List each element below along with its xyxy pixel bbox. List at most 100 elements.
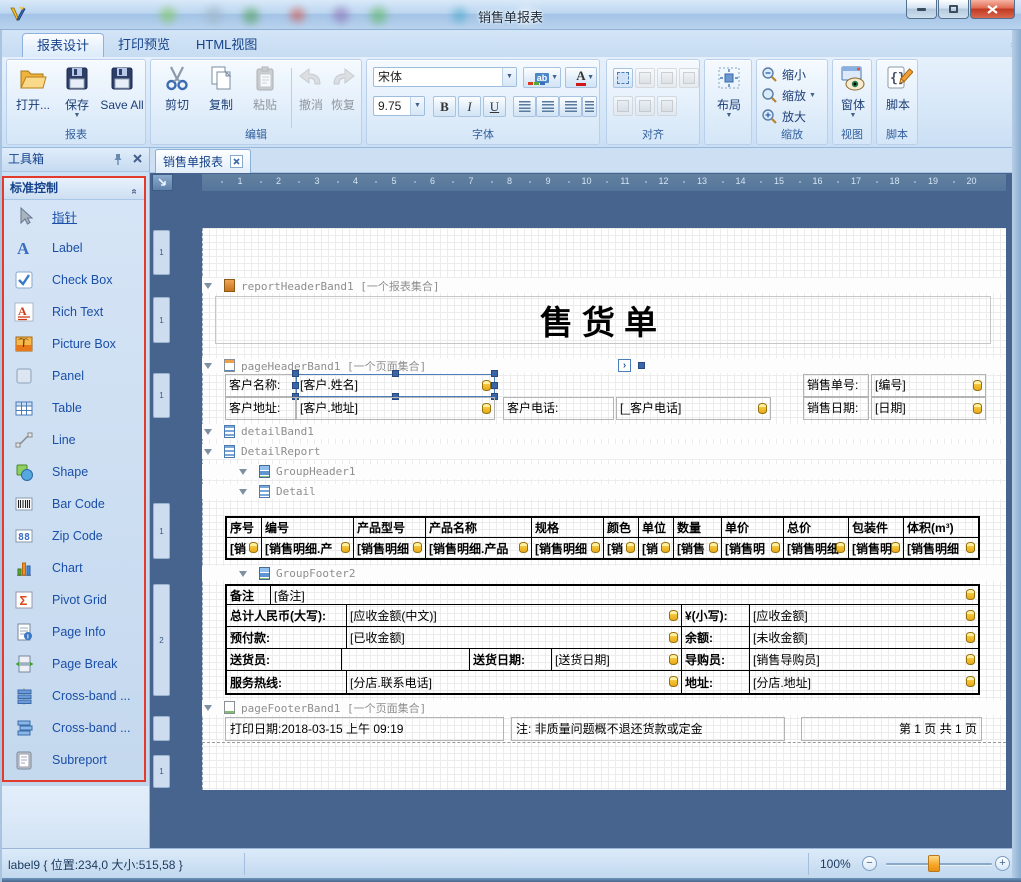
address-label-cell[interactable]: 地址: <box>682 671 750 693</box>
band-collapse-triangle-icon[interactable] <box>239 571 247 577</box>
detail-header-cell-4[interactable]: 规格 <box>532 518 604 537</box>
pin-icon[interactable] <box>112 153 124 166</box>
font-name-dropdown-icon[interactable]: ▼ <box>502 68 516 86</box>
selection-handle[interactable] <box>491 370 498 377</box>
deliverer-value-cell[interactable] <box>342 649 470 670</box>
detail-header-cell-5[interactable]: 颜色 <box>604 518 639 537</box>
cut-button[interactable]: 剪切 <box>157 63 197 135</box>
detail-header-cell-10[interactable]: 包装件 <box>849 518 904 537</box>
underline-button[interactable]: U <box>483 96 506 117</box>
selection-handle[interactable] <box>638 362 645 369</box>
toolbox-item-page-info[interactable]: iPage Info <box>4 616 144 648</box>
note-label[interactable]: 注: 非质量问题概不退还货款或定金 <box>511 717 785 741</box>
toolbox-item-subreport[interactable]: Subreport <box>4 744 144 776</box>
open-button[interactable]: 打开... <box>11 63 55 135</box>
toolbox-item-panel[interactable]: Panel <box>4 360 144 392</box>
save-all-button[interactable]: Save All <box>99 63 145 135</box>
text-highlight-button[interactable]: ab ▼ <box>523 67 561 88</box>
band-detail[interactable]: detailBand1 <box>202 424 1006 439</box>
band-collapse-triangle-icon[interactable] <box>239 469 247 475</box>
order-date-label[interactable]: 销售日期: <box>803 397 869 420</box>
order-date-field[interactable]: [日期] <box>871 397 986 420</box>
customer-phone-field[interactable]: [_客户电话] <box>616 397 771 420</box>
toolbox-item-page-break[interactable]: Page Break <box>4 648 144 680</box>
align-right-button[interactable] <box>559 96 582 117</box>
italic-button[interactable]: I <box>458 96 481 117</box>
zoom-dropdown-button[interactable]: 缩放 ▼ <box>761 86 816 105</box>
minimize-button[interactable] <box>906 0 937 19</box>
deliverer-label-cell[interactable]: 送货员: <box>227 649 342 670</box>
report-title-label[interactable]: 售货单 <box>215 296 991 344</box>
detail-value-cell-9[interactable]: [销售明细 <box>784 538 849 558</box>
band-group-header[interactable]: GroupHeader1 <box>202 464 1006 479</box>
toolbox-item-check-box[interactable]: Check Box <box>4 264 144 296</box>
selection-handle[interactable] <box>292 370 299 377</box>
delivery-date-value-cell[interactable]: [送货日期] <box>552 649 682 670</box>
layout-dropdown-arrow-icon[interactable]: ▼ <box>708 112 750 119</box>
prepaid-label-cell[interactable]: 预付款: <box>227 627 347 648</box>
zoom-slider-thumb[interactable] <box>928 855 940 872</box>
tab-report-design[interactable]: 报表设计 <box>22 33 104 57</box>
toolbox-item-rich-text[interactable]: ARich Text <box>4 296 144 328</box>
hotline-value-cell[interactable]: [分店.联系电话] <box>347 671 682 693</box>
tab-html-view[interactable]: HTML视图 <box>182 33 271 57</box>
form-dropdown-arrow-icon[interactable]: ▼ <box>835 112 871 119</box>
copy-button[interactable]: 复制 <box>201 63 241 135</box>
balance-label-cell[interactable]: 余额: <box>682 627 750 648</box>
guide-label-cell[interactable]: 导购员: <box>682 649 750 670</box>
zoom-in-button[interactable]: 放大 <box>761 107 806 126</box>
detail-value-cell-11[interactable]: [销售明细 <box>904 538 978 558</box>
script-button[interactable]: {} 脚本 <box>880 63 916 135</box>
band-collapse-triangle-icon[interactable] <box>204 449 212 455</box>
detail-value-cell-7[interactable]: [销售 <box>674 538 722 558</box>
detail-value-cell-8[interactable]: [销售明 <box>722 538 784 558</box>
zoom-out-slider-button[interactable]: − <box>862 856 877 871</box>
total-cn-value-cell[interactable]: [应收金额(中文)] <box>347 605 682 626</box>
toolbox-item-cross-band[interactable]: Cross-band ... <box>4 712 144 744</box>
close-button[interactable] <box>970 0 1015 19</box>
toolbox-item-zip-code[interactable]: 88Zip Code <box>4 520 144 552</box>
band-collapse-triangle-icon[interactable] <box>204 363 212 369</box>
band-collapse-triangle-icon[interactable] <box>204 705 212 711</box>
band-collapse-triangle-icon[interactable] <box>239 489 247 495</box>
band-page-header[interactable]: pageHeaderBand1 [一个页面集合] <box>202 358 1006 373</box>
band-collapse-triangle-icon[interactable] <box>204 283 212 289</box>
toolbox-item-chart[interactable]: Chart <box>4 552 144 584</box>
band-group-footer[interactable]: GroupFooter2 <box>202 566 1006 581</box>
form-view-button[interactable]: 窗体 ▼ <box>835 63 871 135</box>
balance-value-cell[interactable]: [未收金额] <box>750 627 978 648</box>
smart-tag-button[interactable]: › <box>618 359 631 372</box>
font-size-combo[interactable]: 9.75 ▼ <box>373 96 425 116</box>
toolbox-item-label[interactable]: ALabel <box>4 232 144 264</box>
customer-address-label[interactable]: 客户地址: <box>225 397 296 420</box>
address-value-cell[interactable]: [分店.地址] <box>750 671 978 693</box>
total-cn-label-cell[interactable]: 总计人民币(大写): <box>227 605 347 626</box>
detail-header-cell-2[interactable]: 产品型号 <box>354 518 426 537</box>
collapse-chevron-icon[interactable]: » <box>124 189 145 195</box>
band-detail-report[interactable]: DetailReport <box>202 444 1006 459</box>
band-page-footer[interactable]: pageFooterBand1 [一个页面集合] <box>202 700 1006 715</box>
detail-table[interactable]: 序号编号产品型号产品名称规格颜色单位数量单价总价包装件体积(m³)[销[销售明细… <box>225 516 980 560</box>
order-no-label[interactable]: 销售单号: <box>803 374 869 397</box>
toolbox-item-table[interactable]: Table <box>4 392 144 424</box>
detail-header-cell-9[interactable]: 总价 <box>784 518 849 537</box>
font-color-button[interactable]: A ▼ <box>565 67 597 88</box>
selection-handle[interactable] <box>292 382 299 389</box>
maximize-button[interactable] <box>938 0 969 19</box>
detail-value-cell-1[interactable]: [销售明细.产 <box>262 538 354 558</box>
selection-handle[interactable] <box>491 382 498 389</box>
report-page[interactable]: reportHeaderBand1 [一个报表集合] 售货单 pageHeade… <box>202 228 1006 790</box>
toolbox-item-line[interactable]: Line <box>4 424 144 456</box>
band-report-header[interactable]: reportHeaderBand1 [一个报表集合] <box>202 278 1006 293</box>
detail-header-cell-0[interactable]: 序号 <box>227 518 262 537</box>
selection-handle[interactable] <box>392 370 399 377</box>
toolbox-item-picture-box[interactable]: Picture Box <box>4 328 144 360</box>
font-size-dropdown-icon[interactable]: ▼ <box>410 97 424 115</box>
save-dropdown-arrow-icon[interactable]: ▼ <box>57 112 97 119</box>
detail-value-cell-0[interactable]: [销 <box>227 538 262 558</box>
toolbox-close-icon[interactable] <box>132 153 143 164</box>
detail-header-cell-1[interactable]: 编号 <box>262 518 354 537</box>
customer-phone-label[interactable]: 客户电话: <box>503 397 614 420</box>
detail-value-cell-5[interactable]: [销 <box>604 538 639 558</box>
toolbox-item-cross-band[interactable]: Cross-band ... <box>4 680 144 712</box>
